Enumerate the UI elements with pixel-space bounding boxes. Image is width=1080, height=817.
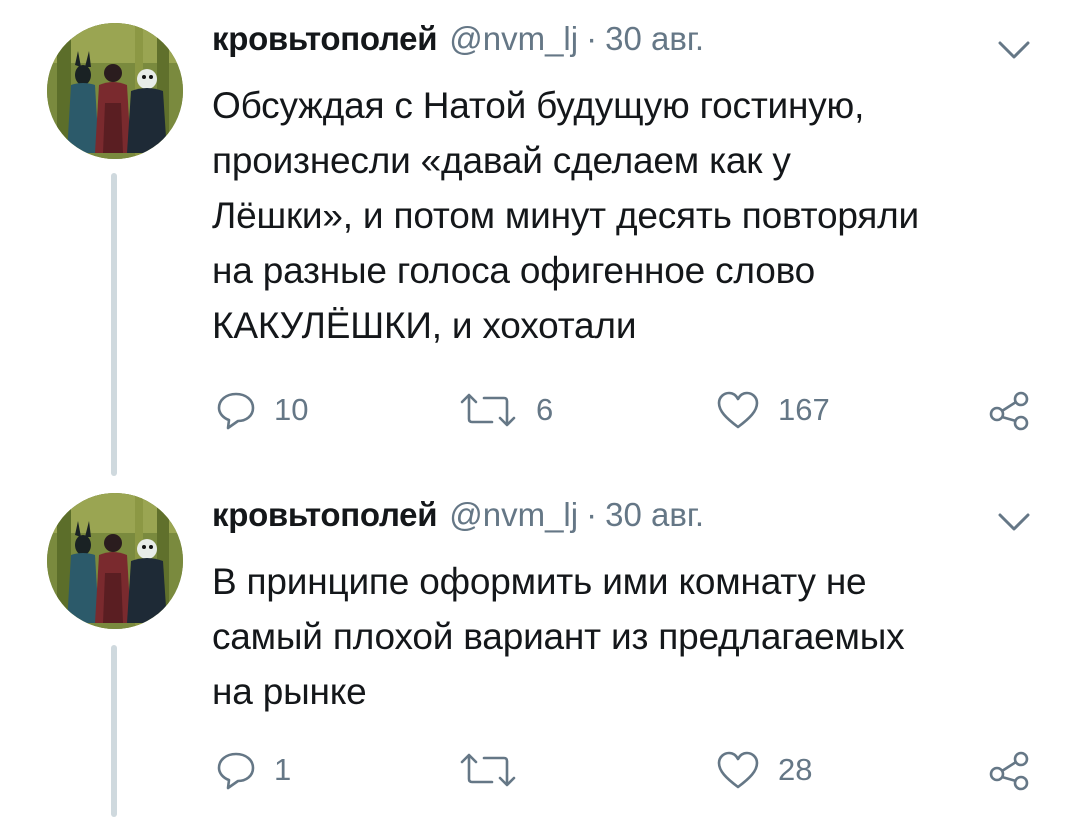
- text-line: на рынке: [212, 671, 367, 712]
- tweet-text: Обсуждая с Натой будущую гостиную, произ…: [212, 78, 1062, 353]
- share-icon: [989, 751, 1029, 791]
- tweet-date[interactable]: 30 авг.: [605, 20, 704, 58]
- user-handle[interactable]: @nvm_lj: [449, 496, 578, 534]
- thread-line: [111, 645, 117, 817]
- tweet-header: кровьтополей @nvm_lj · 30 авг.: [212, 496, 704, 540]
- tweet-text: В принципе оформить ими комнату не самый…: [212, 554, 1062, 719]
- tweet-1[interactable]: кровьтополей @nvm_lj · 30 авг. Обсуждая …: [0, 0, 1080, 480]
- separator-dot: ·: [586, 496, 598, 533]
- display-name[interactable]: кровьтополей: [212, 20, 438, 58]
- avatar-image: [47, 23, 183, 159]
- avatar-image: [47, 493, 183, 629]
- tweet-2[interactable]: кровьтополей @nvm_lj · 30 авг. В принцип…: [0, 480, 1080, 817]
- like-button[interactable]: 167: [716, 390, 830, 430]
- reply-icon: [217, 752, 255, 790]
- retweet-icon: [460, 393, 516, 427]
- user-handle[interactable]: @nvm_lj: [449, 20, 578, 58]
- share-button[interactable]: [988, 750, 1030, 792]
- like-count: 28: [778, 752, 813, 787]
- text-line: Обсуждая с Натой будущую гостиную,: [212, 85, 865, 126]
- tweet-date[interactable]: 30 авг.: [605, 496, 704, 534]
- heart-icon: [717, 751, 759, 789]
- avatar[interactable]: [47, 23, 183, 159]
- reply-icon: [217, 392, 255, 430]
- heart-icon: [717, 391, 759, 429]
- text-line: на разные голоса офигенное слово: [212, 250, 816, 291]
- display-name[interactable]: кровьтополей: [212, 496, 438, 534]
- share-button[interactable]: [988, 390, 1030, 432]
- avatar[interactable]: [47, 493, 183, 629]
- reply-button[interactable]: 1: [216, 750, 291, 790]
- reply-count: 10: [274, 392, 309, 427]
- text-line: Лёшки», и потом минут десять повторяли: [212, 195, 919, 236]
- retweet-icon: [460, 753, 516, 787]
- text-line: В принципе оформить ими комнату не: [212, 561, 867, 602]
- reply-count: 1: [274, 752, 292, 787]
- text-line: самый плохой вариант из предлагаемых: [212, 616, 905, 657]
- text-line: КАКУЛЁШКИ, и хохотали: [212, 305, 637, 346]
- chevron-down-icon[interactable]: [997, 38, 1031, 62]
- thread-line: [111, 173, 117, 476]
- separator-dot: ·: [586, 20, 598, 57]
- text-line: произнесли «давай сделаем как у: [212, 140, 791, 181]
- retweet-button[interactable]: 6: [458, 392, 553, 428]
- chevron-down-icon[interactable]: [997, 510, 1031, 534]
- retweet-button[interactable]: [458, 752, 536, 788]
- retweet-count: 6: [536, 392, 554, 427]
- reply-button[interactable]: 10: [216, 390, 308, 430]
- tweet-header: кровьтополей @nvm_lj · 30 авг.: [212, 20, 704, 64]
- like-button[interactable]: 28: [716, 750, 812, 790]
- share-icon: [989, 391, 1029, 431]
- like-count: 167: [778, 392, 830, 427]
